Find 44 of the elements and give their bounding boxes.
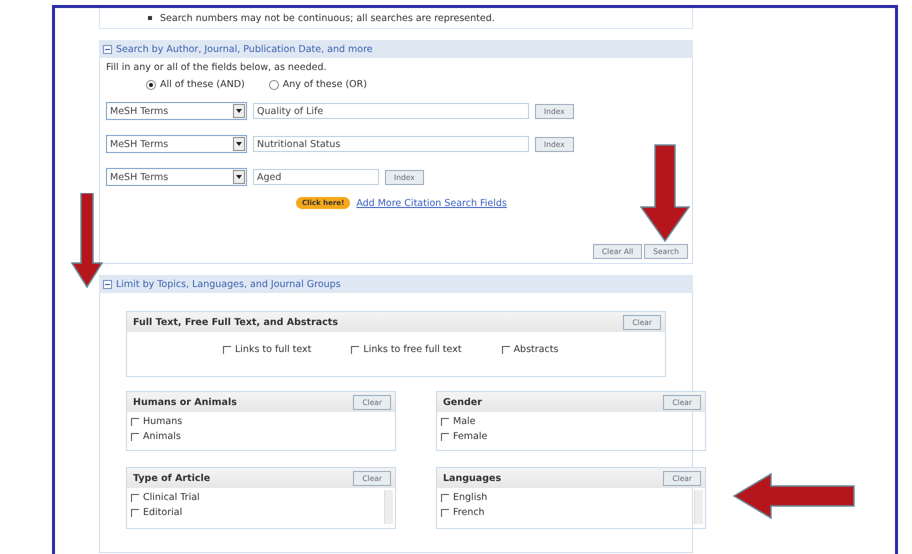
down-arrow-icon — [640, 144, 690, 242]
radio-button[interactable] — [268, 80, 279, 90]
checkbox-label: French — [453, 507, 485, 518]
field-dropdown[interactable]: MeSH Terms — [106, 102, 247, 120]
box-title: Full Text, Free Full Text, and Abstracts — [133, 316, 338, 328]
box-title: Type of Article — [133, 472, 210, 484]
checkbox-label: Male — [453, 416, 476, 427]
section-title: Limit by Topics, Languages, and Journal Groups — [116, 278, 341, 290]
add-fields-link[interactable]: Add More Citation Search Fields — [356, 198, 507, 208]
search-field[interactable]: Nutritional Status — [253, 136, 529, 152]
checkbox-label: Links to free full text — [363, 344, 462, 355]
down-arrow-icon — [71, 193, 103, 288]
notice-text: Search numbers may not be continuous; all searches are represented. — [160, 12, 495, 24]
caret-icon — [233, 170, 245, 184]
collapse-icon[interactable] — [103, 280, 112, 288]
checkbox-label: Humans — [143, 416, 182, 427]
radio-button[interactable] — [146, 80, 156, 90]
left-arrow-icon — [733, 473, 855, 519]
caret-icon — [233, 137, 245, 151]
bullet-icon — [148, 16, 152, 20]
scrollbar[interactable] — [694, 490, 703, 524]
checkbox-label: Clinical Trial — [143, 492, 200, 503]
search-field[interactable]: Aged — [253, 169, 379, 185]
checkbox-label: Abstracts — [514, 344, 558, 355]
checkbox-label: Links to full text — [235, 344, 312, 355]
box-title: Humans or Animals — [133, 396, 237, 408]
scrollbar[interactable] — [384, 490, 393, 524]
section-header[interactable]: Limit by Topics, Languages, and Journal Groups — [99, 275, 693, 293]
box-title: Languages — [443, 472, 502, 484]
field-dropdown[interactable]: MeSH Terms — [106, 135, 247, 153]
radio-label: All of these (AND) — [160, 79, 245, 90]
box-title: Gender — [443, 396, 482, 408]
collapse-icon[interactable] — [103, 44, 112, 54]
caret-icon — [233, 104, 245, 118]
section-title: Search by Author, Journal, Publication Date, and more — [116, 44, 373, 54]
search-field[interactable]: Quality of Life — [253, 103, 529, 119]
field-dropdown[interactable]: MeSH Terms — [106, 168, 247, 186]
checkbox-label: Female — [453, 431, 488, 442]
radio-label: Any of these (OR) — [282, 79, 367, 90]
checkbox-label: Editorial — [143, 507, 182, 518]
instructions-text: Fill in any or all of the fields below, as needed. — [106, 62, 328, 73]
section-header[interactable]: Search by Author, Journal, Publication Date, and more — [99, 40, 693, 58]
checkbox-label: English — [453, 492, 488, 503]
checkbox-label: Animals — [143, 431, 181, 442]
